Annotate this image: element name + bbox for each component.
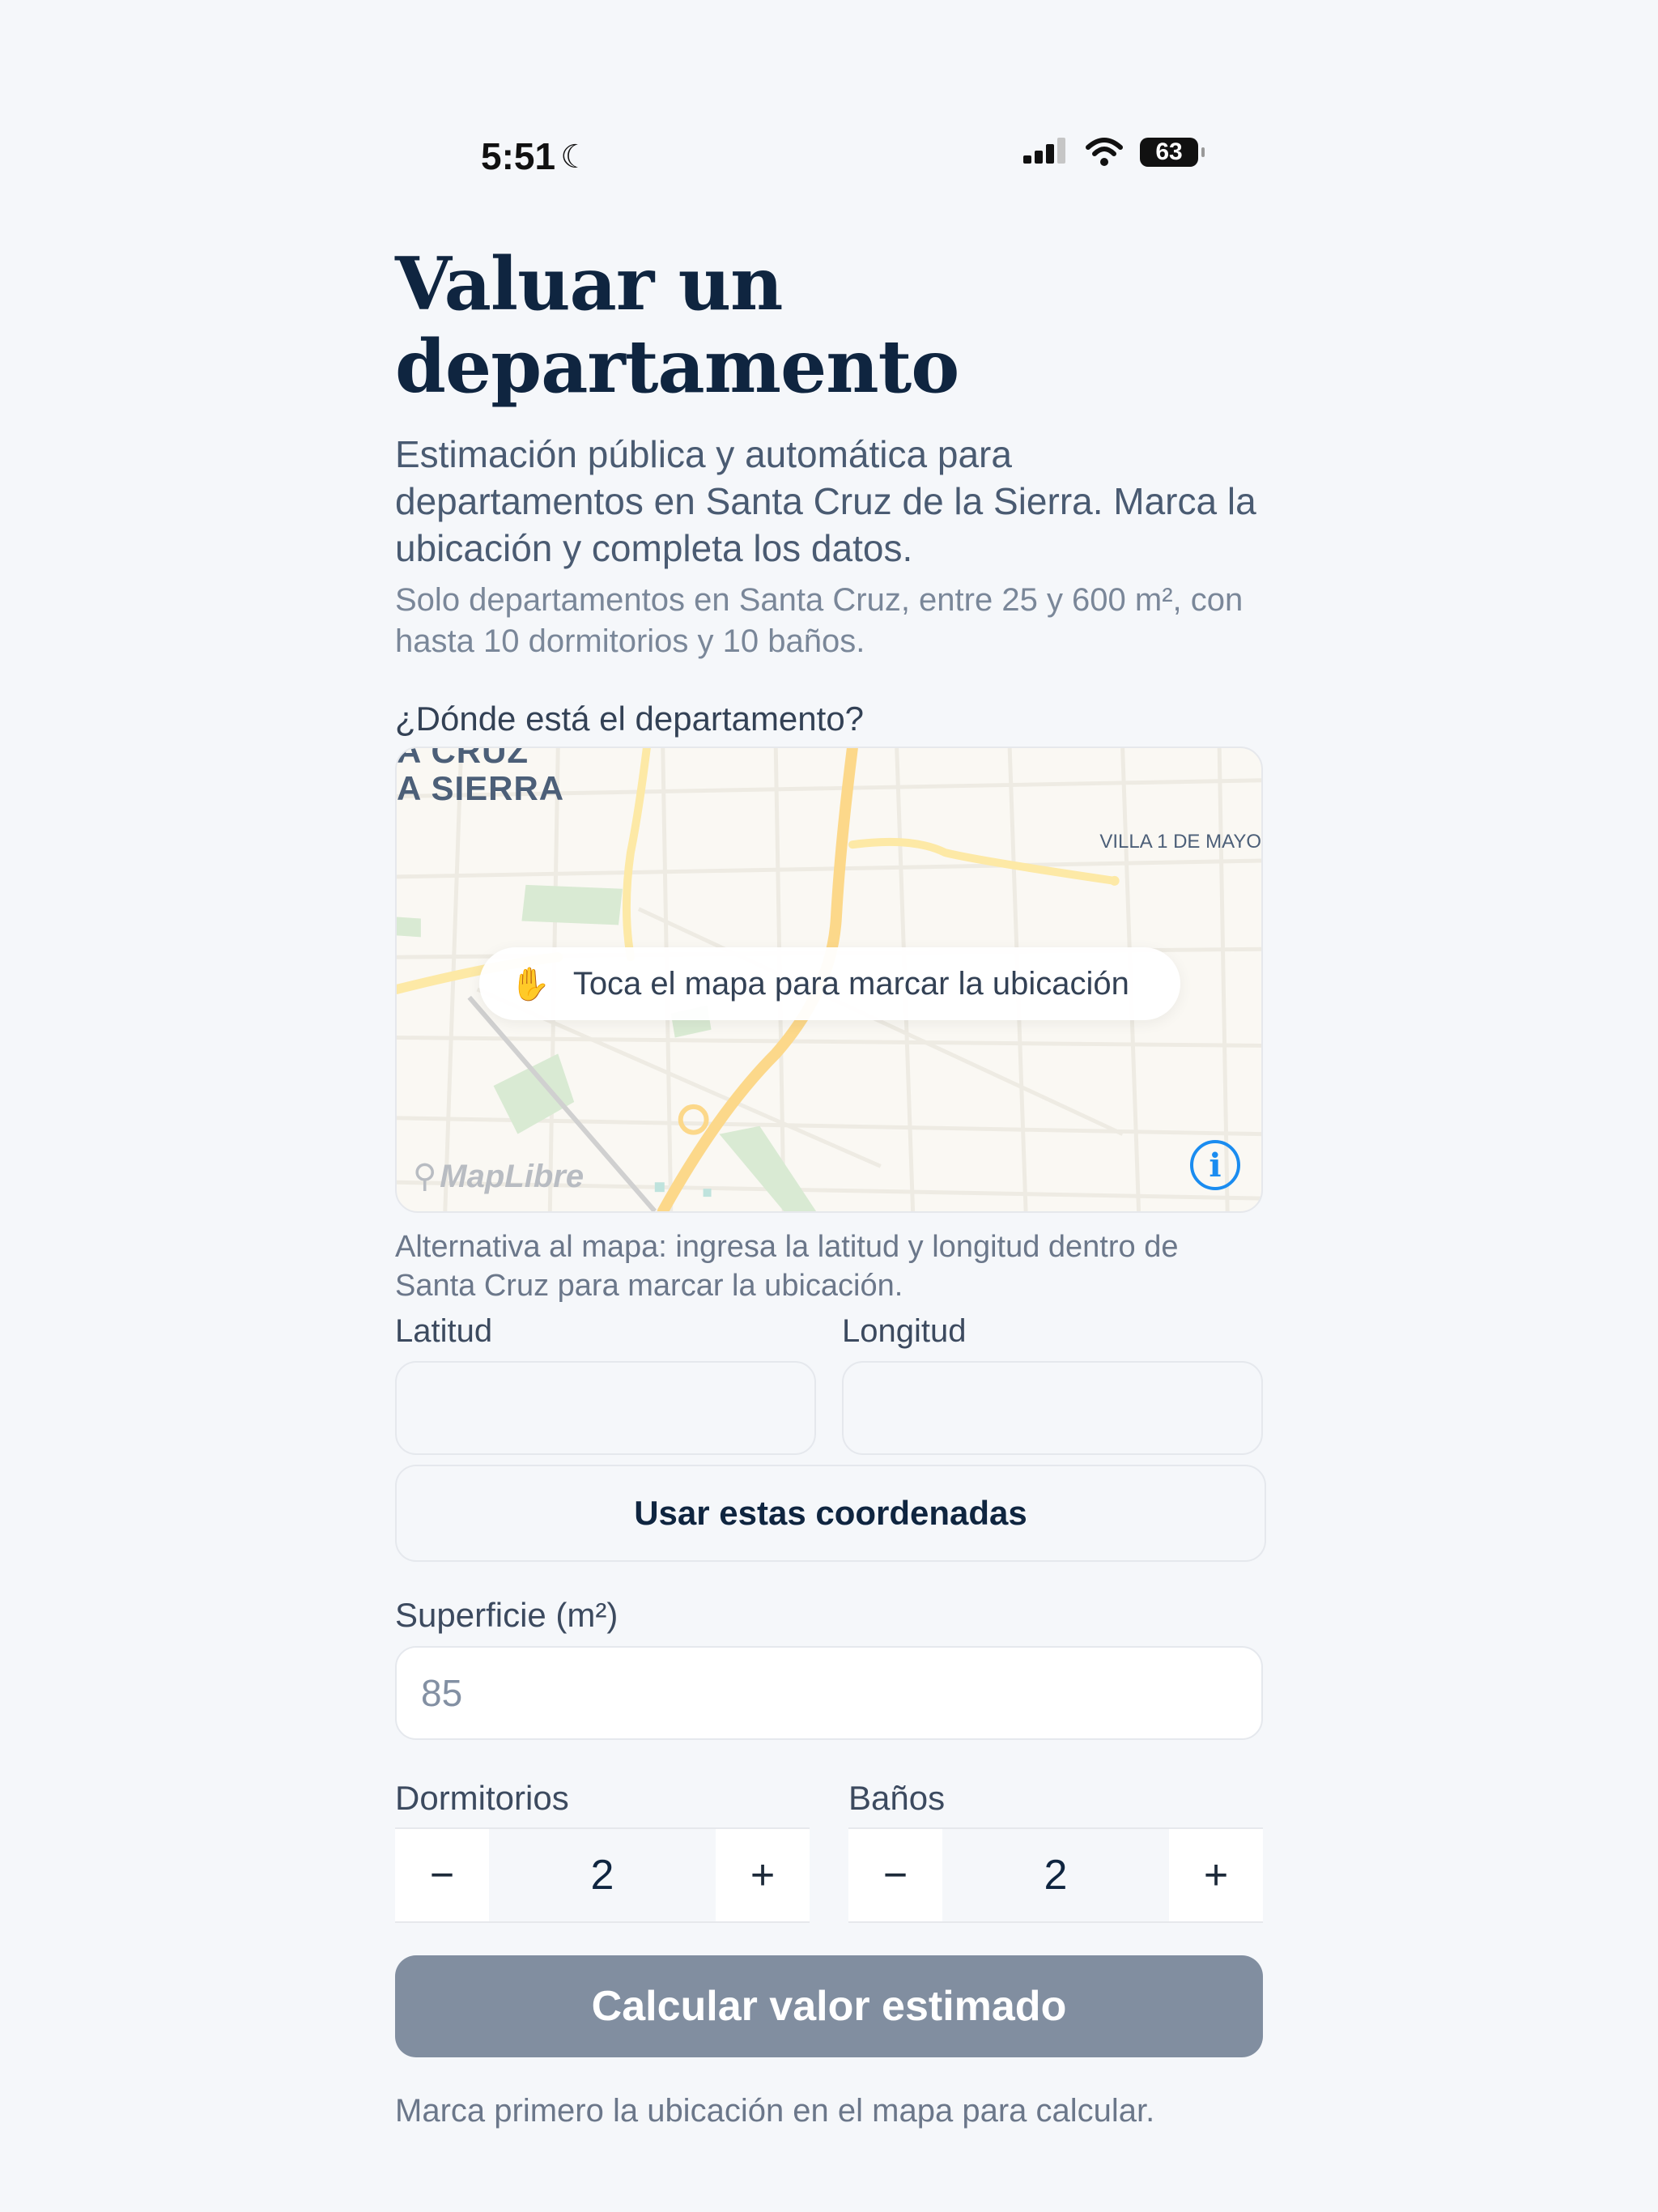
map-district-label: A SIERRA — [397, 769, 565, 807]
bathrooms-group: Baños − 2 + — [848, 1779, 1263, 1923]
moon-icon: ☾ — [560, 139, 589, 175]
coordinates-alt-text: Alternativa al mapa: ingresa la latitud … — [395, 1230, 1179, 1303]
map-hint: ✋ Toca el mapa para marcar la ubicación — [479, 947, 1180, 1020]
bedrooms-label: Dormitorios — [395, 1779, 569, 1817]
calculate-note: Marca primero la ubicación en el mapa pa… — [395, 2093, 1155, 2129]
surface-input[interactable] — [395, 1646, 1263, 1740]
surface-label: Superficie (m²) — [395, 1596, 619, 1634]
map-district-label-top: A CRUZ — [397, 747, 529, 770]
bathrooms-value: 2 — [1044, 1852, 1068, 1899]
fine-print: Solo departamentos en Santa Cruz, entre … — [395, 582, 1244, 659]
latitude-label: Latitud — [395, 1313, 493, 1349]
location-question: ¿Dónde está el departamento? — [395, 700, 865, 738]
bathrooms-stepper: − 2 + — [848, 1827, 1263, 1923]
longitude-label: Longitud — [842, 1313, 967, 1349]
map-neighborhood-label: VILLA 1 DE MAYO — [1099, 831, 1261, 853]
latitude-group: Latitud — [395, 1313, 816, 1455]
longitude-group: Longitud — [842, 1313, 1263, 1455]
maplibre-logo: ⚲ MapLibre — [413, 1158, 585, 1195]
use-coordinates-button[interactable]: Usar estas coordenadas — [395, 1465, 1266, 1562]
status-time: 5:51 ☾ — [481, 135, 589, 177]
pin-icon: ⚲ — [413, 1159, 437, 1194]
bathrooms-label: Baños — [848, 1779, 946, 1817]
calculate-button[interactable]: Calcular valor estimado — [395, 1955, 1263, 2057]
rooms-row: Dormitorios − 2 + Baños − 2 + — [395, 1779, 1263, 1923]
bathrooms-decrement-button[interactable]: − — [848, 1829, 942, 1921]
map-info-button[interactable]: i — [1190, 1140, 1240, 1190]
coordinates-row: Latitud Longitud — [395, 1313, 1263, 1455]
cellular-signal-icon — [1023, 138, 1065, 164]
bedrooms-increment-button[interactable]: + — [716, 1829, 810, 1921]
bedrooms-value: 2 — [590, 1852, 614, 1899]
bedrooms-group: Dormitorios − 2 + — [395, 1779, 810, 1923]
battery-icon: 63 — [1140, 138, 1205, 167]
page-subtitle: Estimación pública y automática para dep… — [395, 433, 1256, 569]
status-bar: 5:51 ☾ 63 — [0, 0, 1658, 177]
bedrooms-decrement-button[interactable]: − — [395, 1829, 489, 1921]
longitude-input[interactable] — [842, 1361, 1263, 1455]
main-content: Valuar un departamento Estimación públic… — [395, 241, 1266, 2129]
location-map[interactable]: A CRUZ A SIERRA VILLA 1 DE MAYO ✋ Toca e… — [395, 747, 1263, 1213]
hand-icon: ✋ — [510, 966, 551, 1002]
status-indicators: 63 — [1023, 138, 1205, 167]
bedrooms-stepper: − 2 + — [395, 1827, 810, 1923]
wifi-icon — [1086, 138, 1123, 166]
latitude-input[interactable] — [395, 1361, 816, 1455]
page-title: Valuar un departamento — [395, 241, 959, 410]
bathrooms-increment-button[interactable]: + — [1169, 1829, 1263, 1921]
